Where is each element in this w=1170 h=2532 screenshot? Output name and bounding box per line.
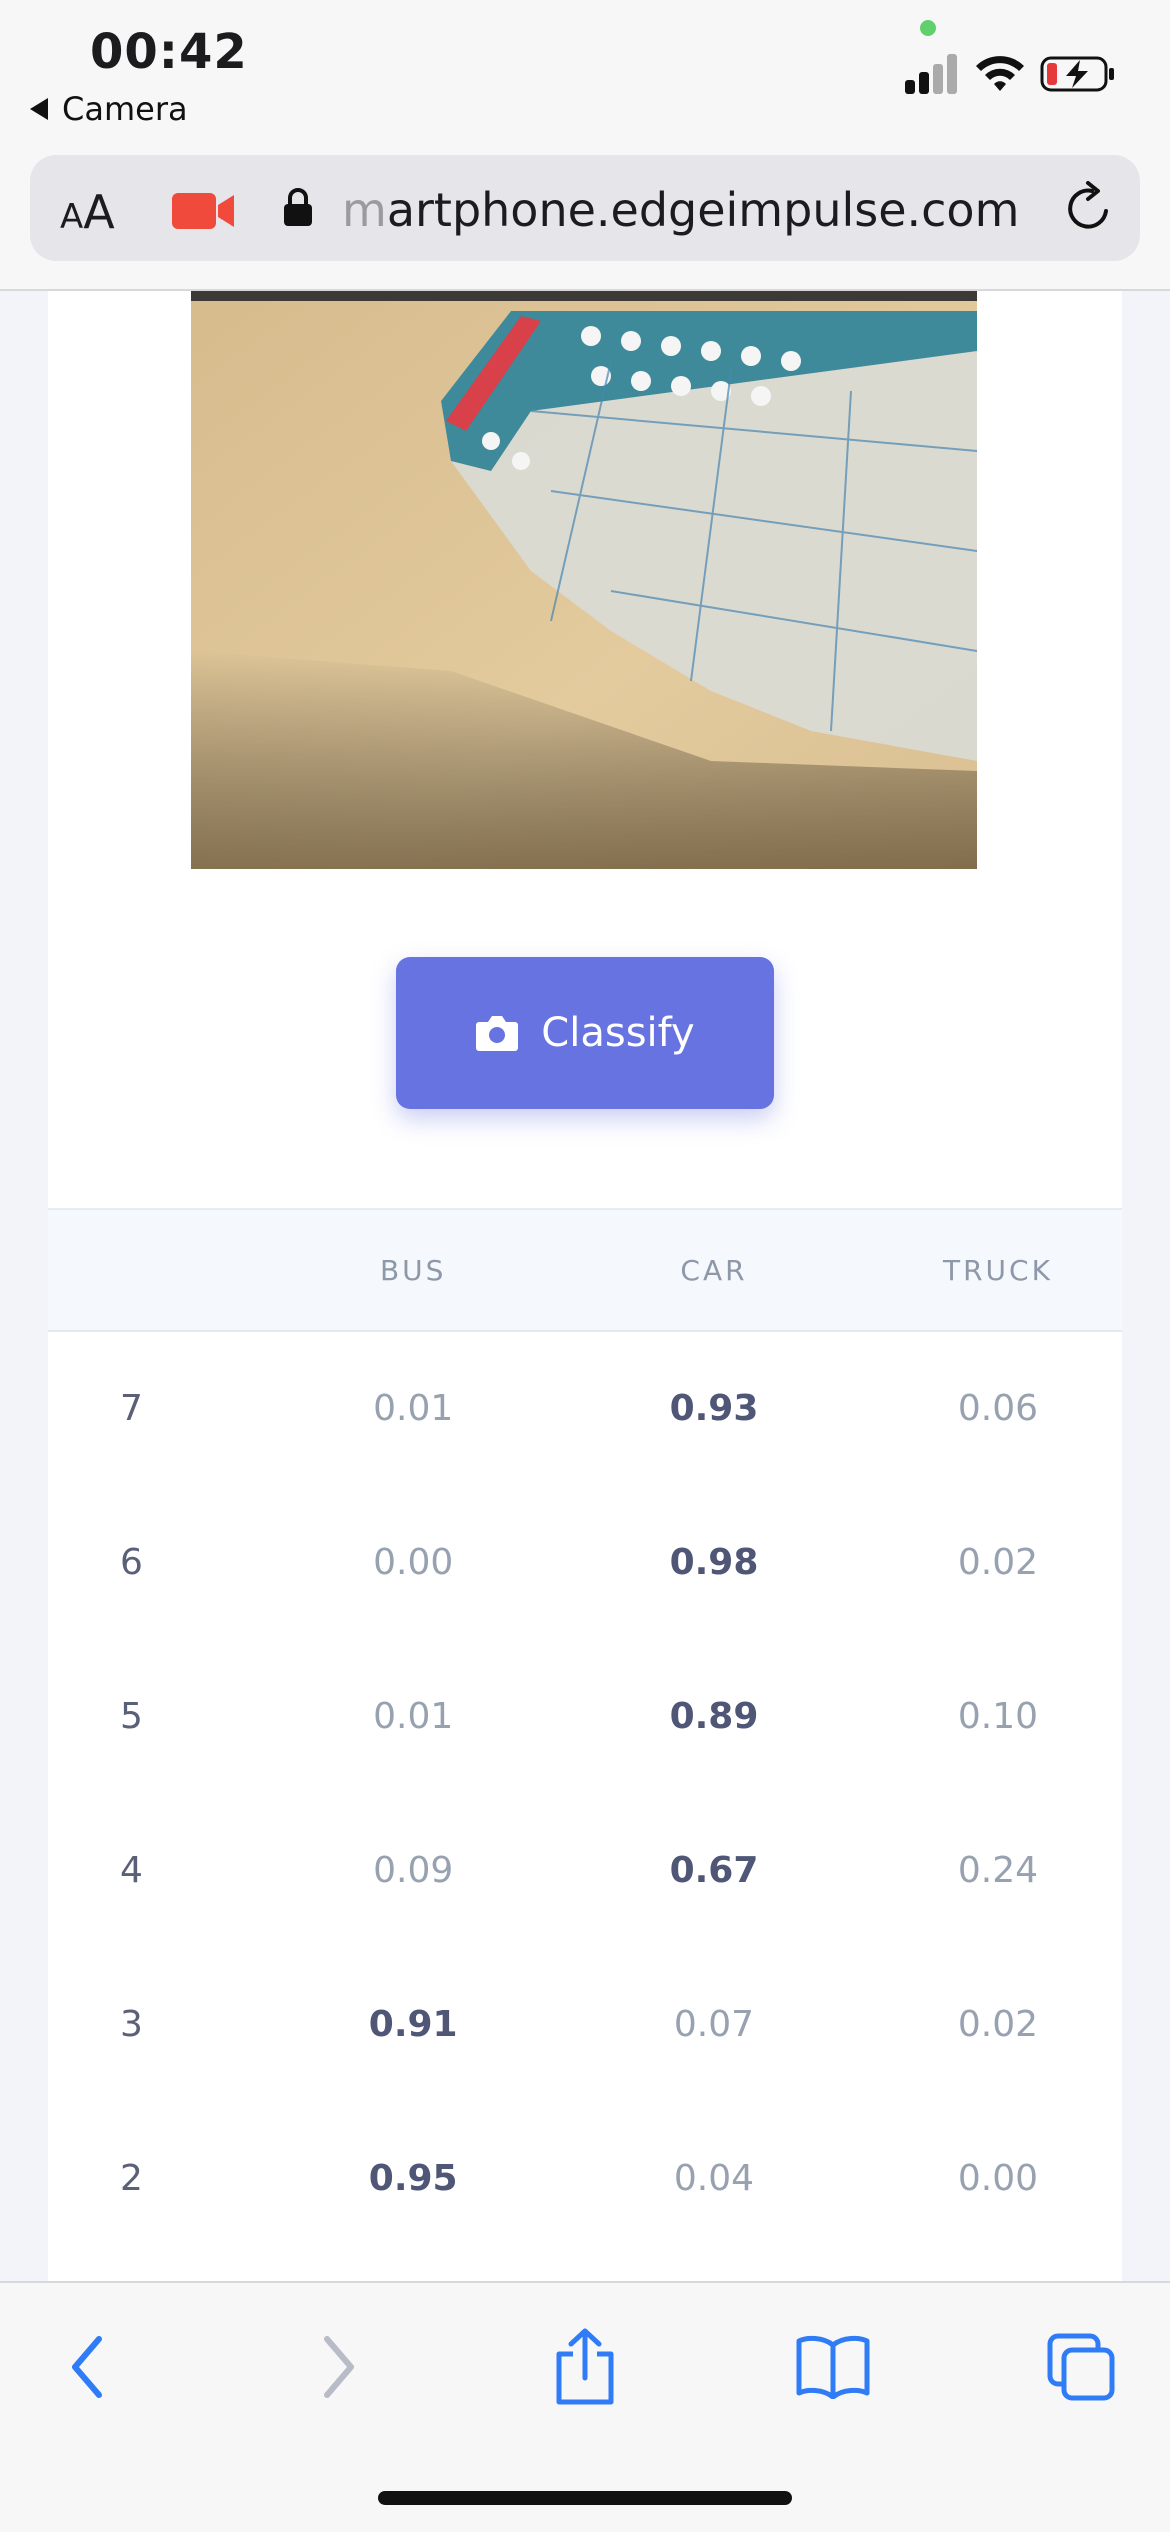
bus-score: 0.09	[373, 1849, 454, 1891]
wifi-icon	[976, 56, 1024, 91]
camera-recording-icon[interactable]	[172, 191, 236, 231]
camera-preview-image	[191, 291, 977, 869]
status-bar: 00:42 Camera	[0, 0, 1170, 145]
classify-button[interactable]: Classify	[396, 957, 774, 1109]
camera-icon	[476, 1016, 519, 1051]
back-to-app-link[interactable]: Camera	[30, 90, 188, 128]
url-text[interactable]: martphone.edgeimpulse.com	[342, 183, 1019, 237]
address-bar[interactable]: AA martphone.edgeimpulse.com	[30, 155, 1140, 261]
microphone-indicator-icon	[920, 20, 936, 36]
classify-button-label: Classify	[541, 1010, 695, 1056]
car-score: 0.07	[673, 2003, 755, 2045]
row-index: 5	[120, 1695, 143, 1737]
classification-results-table: BUS CAR TRUCK 7 0.01 0.93 0.06 6 0.00 0.98 0.02…	[48, 1208, 1122, 2255]
truck-score: 0.06	[957, 1388, 1039, 1429]
bus-score: 0.95	[368, 2157, 458, 2199]
bus-score: 0.00	[373, 1541, 454, 1583]
truck-score: 0.02	[957, 1541, 1039, 1583]
truck-score: 0.24	[957, 1849, 1039, 1891]
table-row: 3 0.91 0.07 0.02	[48, 1947, 1122, 2101]
row-index: 2	[120, 2157, 143, 2199]
row-index: 4	[120, 1849, 143, 1891]
truck-score: 0.02	[957, 2003, 1039, 2045]
lock-icon	[284, 188, 312, 226]
car-score: 0.89	[669, 1695, 759, 1737]
battery-charging-icon	[1040, 56, 1114, 92]
truck-score: 0.10	[957, 1695, 1039, 1737]
row-index: 3	[120, 2003, 143, 2045]
text-size-button[interactable]: AA	[60, 185, 115, 239]
cellular-signal-icon	[905, 54, 961, 94]
truck-score: 0.00	[957, 2157, 1039, 2199]
forward-icon[interactable]	[294, 2325, 384, 2409]
column-header-truck: TRUCK	[943, 1253, 1053, 1287]
share-icon[interactable]	[540, 2325, 630, 2409]
tabs-icon[interactable]	[1036, 2325, 1126, 2409]
table-row: 6 0.00 0.98 0.02	[48, 1485, 1122, 1639]
status-time: 00:42	[90, 24, 248, 80]
table-row: 5 0.01 0.89 0.10	[48, 1639, 1122, 1793]
bookmarks-icon[interactable]	[788, 2325, 878, 2409]
column-header-index	[48, 1209, 272, 1331]
back-app-label: Camera	[62, 90, 188, 128]
bus-score: 0.01	[373, 1388, 454, 1429]
page-content: Classify BUS CAR TRUCK 7 0.01 0.93 0.06 6 0.0…	[48, 291, 1122, 2281]
bus-score: 0.01	[373, 1695, 454, 1737]
bus-score: 0.91	[368, 2003, 458, 2045]
column-header-bus: BUS	[379, 1253, 447, 1287]
reload-icon[interactable]	[1062, 181, 1116, 235]
car-score: 0.93	[669, 1388, 759, 1429]
table-row: 7 0.01 0.93 0.06	[48, 1331, 1122, 1485]
car-score: 0.67	[669, 1849, 759, 1891]
table-header-row: BUS CAR TRUCK	[48, 1209, 1122, 1331]
home-indicator	[378, 2491, 792, 2505]
car-score: 0.04	[673, 2157, 755, 2199]
table-row: 2 0.95 0.04 0.00	[48, 2101, 1122, 2255]
car-score: 0.98	[669, 1541, 759, 1583]
browser-address-area: AA martphone.edgeimpulse.com	[0, 145, 1170, 291]
back-icon[interactable]	[42, 2325, 132, 2409]
back-triangle-icon	[30, 98, 48, 120]
table-row: 4 0.09 0.67 0.24	[48, 1793, 1122, 1947]
column-header-car: CAR	[680, 1253, 748, 1287]
row-index: 6	[120, 1541, 143, 1583]
row-index: 7	[120, 1388, 143, 1429]
